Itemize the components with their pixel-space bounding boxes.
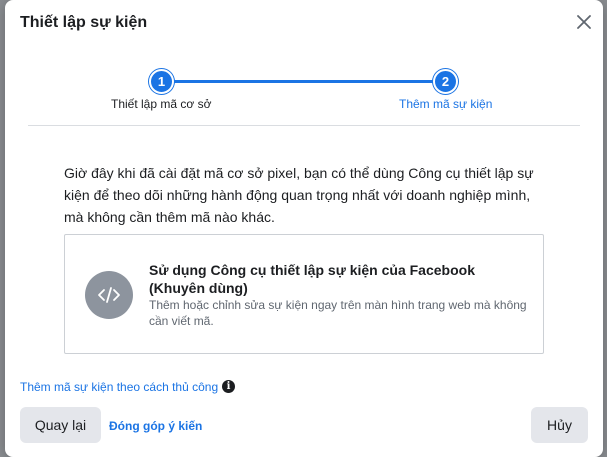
step-1-label: Thiết lập mã cơ sở — [111, 97, 212, 111]
intro-text: Giờ đây khi đã cài đặt mã cơ sở pixel, b… — [64, 165, 534, 225]
option-description: Thêm hoặc chỉnh sửa sự kiện ngay trên mà… — [149, 298, 527, 328]
manual-setup-link[interactable]: Thêm mã sự kiện theo cách thủ công — [20, 380, 218, 394]
code-icon — [85, 271, 133, 319]
dialog-title: Thiết lập sự kiện — [20, 14, 148, 31]
event-setup-dialog: Thiết lập sự kiện 1 Thiết lập mã cơ sở 2… — [5, 0, 603, 457]
option-title: Sử dụng Công cụ thiết lập sự kiện của Fa… — [149, 262, 475, 296]
info-icon[interactable]: i — [222, 380, 235, 393]
stepper-divider — [28, 125, 580, 126]
step-2-label: Thêm mã sự kiện — [399, 97, 493, 111]
event-setup-tool-option[interactable]: Sử dụng Công cụ thiết lập sự kiện của Fa… — [64, 234, 544, 354]
step-2-indicator: 2 — [433, 69, 458, 94]
feedback-link[interactable]: Đóng góp ý kiến — [109, 419, 202, 433]
cancel-button[interactable]: Hủy — [531, 407, 588, 443]
back-button[interactable]: Quay lại — [20, 407, 101, 443]
step-1-indicator: 1 — [149, 69, 174, 94]
close-button[interactable] — [572, 10, 596, 34]
close-icon — [577, 15, 591, 29]
stepper-progress-line — [163, 80, 445, 83]
